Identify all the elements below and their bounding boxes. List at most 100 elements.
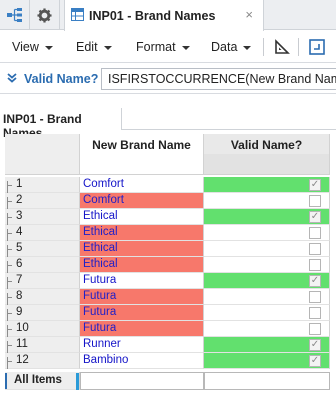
- brand-name-cell[interactable]: Runner: [80, 337, 204, 353]
- row-header[interactable]: 10: [5, 321, 80, 337]
- checkbox-icon[interactable]: [309, 323, 321, 335]
- valid-name-cell[interactable]: [204, 305, 330, 321]
- close-icon[interactable]: ×: [245, 7, 253, 22]
- row-number: 8: [16, 290, 23, 302]
- menu-divider: [298, 38, 299, 56]
- row-number: 9: [16, 306, 23, 318]
- ruler-icon[interactable]: [273, 38, 291, 56]
- chevron-down-icon: [103, 45, 112, 50]
- selection-marker: [5, 373, 7, 389]
- valid-name-cell[interactable]: [204, 257, 330, 273]
- valid-name-cell[interactable]: ✓: [204, 353, 330, 369]
- tree-line: [7, 181, 13, 193]
- menu-edit-label: Edit: [76, 40, 98, 54]
- valid-name-cell[interactable]: [204, 321, 330, 337]
- tree-line: [7, 341, 13, 353]
- valid-name-cell[interactable]: [204, 193, 330, 209]
- row-number: 12: [16, 354, 29, 366]
- valid-name-cell[interactable]: ✓: [204, 337, 330, 353]
- checkbox-checked-icon[interactable]: ✓: [309, 339, 321, 351]
- row-header[interactable]: 8: [5, 289, 80, 305]
- column-header-label: Valid Name?: [230, 138, 303, 152]
- expand-icon[interactable]: [308, 38, 326, 56]
- valid-name-cell[interactable]: [204, 241, 330, 257]
- hierarchy-icon[interactable]: [0, 0, 30, 30]
- table-row: 4 Ethical: [5, 225, 336, 241]
- row-header[interactable]: 12: [5, 353, 80, 369]
- tree-line: [7, 309, 13, 321]
- row-header-all-items[interactable]: All Items: [5, 372, 80, 390]
- checkbox-checked-icon[interactable]: ✓: [309, 179, 321, 191]
- row-header[interactable]: 3: [5, 209, 80, 225]
- row-header[interactable]: 4: [5, 225, 80, 241]
- all-items-valid-cell[interactable]: [204, 372, 330, 390]
- tab-label: INP01 - Brand Names: [89, 8, 216, 23]
- table-row: 6 Ethical: [5, 257, 336, 273]
- row-number: 6: [16, 258, 23, 270]
- row-number: 11: [16, 338, 28, 350]
- all-items-brand-cell[interactable]: [80, 372, 204, 390]
- tree-line: [7, 357, 13, 369]
- table-row: 5 Ethical: [5, 241, 336, 257]
- row-header[interactable]: 6: [5, 257, 80, 273]
- checkbox-checked-icon[interactable]: ✓: [309, 211, 321, 223]
- brand-name-cell[interactable]: Ethical: [80, 209, 204, 225]
- checkbox-icon[interactable]: [309, 243, 321, 255]
- tree-line: [7, 229, 13, 241]
- valid-name-cell[interactable]: [204, 225, 330, 241]
- brand-name-cell[interactable]: Futura: [80, 305, 204, 321]
- brand-name-cell[interactable]: Futura: [80, 321, 204, 337]
- menu-format[interactable]: Format: [136, 40, 190, 54]
- table-row: 2 Comfort: [5, 193, 336, 209]
- grid-corner: [5, 134, 80, 175]
- brand-name-cell[interactable]: Ethical: [80, 225, 204, 241]
- checkbox-icon[interactable]: [309, 195, 321, 207]
- brand-name-cell[interactable]: Comfort: [80, 193, 204, 209]
- row-header[interactable]: 5: [5, 241, 80, 257]
- grid-icon: [71, 7, 84, 24]
- row-header[interactable]: 1: [5, 177, 80, 193]
- row-header[interactable]: 2: [5, 193, 80, 209]
- formula-input[interactable]: ISFIRSTOCCURRENCE(New Brand Name, All It…: [101, 68, 336, 90]
- menu-divider: [263, 38, 264, 56]
- row-number: 4: [16, 226, 23, 238]
- tree-line: [7, 197, 13, 209]
- menu-view[interactable]: View: [12, 40, 53, 54]
- valid-name-cell[interactable]: ✓: [204, 273, 330, 289]
- chevron-double-down-icon[interactable]: [7, 73, 17, 86]
- row-header[interactable]: 11: [5, 337, 80, 353]
- tab-inp01-brand-names[interactable]: INP01 - Brand Names ×: [64, 0, 264, 31]
- view-tab[interactable]: INP01 - Brand Names: [0, 108, 122, 140]
- formula-bar: Valid Name? ISFIRSTOCCURRENCE(New Brand …: [0, 64, 336, 94]
- brand-name-cell[interactable]: Bambino: [80, 353, 204, 369]
- checkbox-icon[interactable]: [309, 227, 321, 239]
- row-number: 3: [16, 210, 23, 222]
- row-header[interactable]: 7: [5, 273, 80, 289]
- brand-name-cell[interactable]: Ethical: [80, 241, 204, 257]
- active-cell-marker: [76, 373, 79, 390]
- column-header-valid-name[interactable]: Valid Name?: [204, 134, 330, 175]
- chevron-down-icon: [181, 45, 190, 50]
- checkbox-checked-icon[interactable]: ✓: [309, 275, 321, 287]
- table-row: 7 Futura ✓: [5, 273, 336, 289]
- checkbox-icon[interactable]: [309, 259, 321, 271]
- valid-name-cell[interactable]: ✓: [204, 209, 330, 225]
- menu-data[interactable]: Data: [211, 40, 252, 54]
- menu-edit[interactable]: Edit: [76, 40, 112, 54]
- brand-name-cell[interactable]: Comfort: [80, 177, 204, 193]
- brand-name-cell[interactable]: Futura: [80, 289, 204, 305]
- valid-name-cell[interactable]: [204, 289, 330, 305]
- tree-line: [7, 325, 13, 337]
- checkbox-icon[interactable]: [309, 307, 321, 319]
- row-number: 2: [16, 194, 23, 206]
- row-header[interactable]: 9: [5, 305, 80, 321]
- checkbox-icon[interactable]: [309, 291, 321, 303]
- brand-name-cell[interactable]: Futura: [80, 273, 204, 289]
- checkbox-checked-icon[interactable]: ✓: [309, 355, 321, 367]
- column-header-new-brand-name[interactable]: New Brand Name: [80, 134, 204, 175]
- valid-name-cell[interactable]: ✓: [204, 177, 330, 193]
- brand-name-cell[interactable]: Ethical: [80, 257, 204, 273]
- gear-icon[interactable]: [30, 0, 60, 30]
- tree-line: [7, 293, 13, 305]
- menu-view-label: View: [12, 40, 39, 54]
